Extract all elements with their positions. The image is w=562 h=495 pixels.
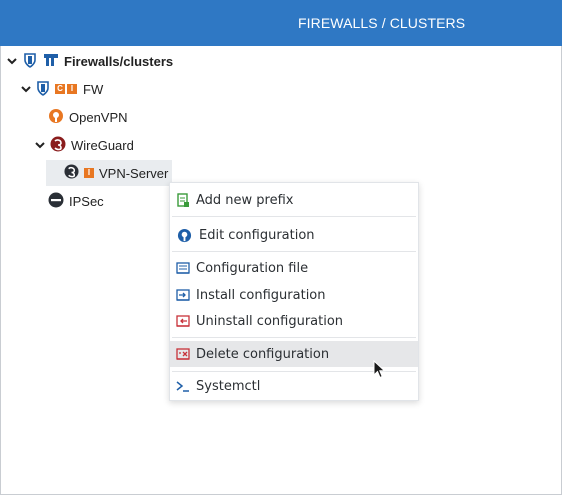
terminal-icon [176, 379, 190, 393]
cluster-badge: C [55, 84, 65, 94]
menu-divider [172, 216, 416, 217]
tree-label-vpn-server: VPN-Server [99, 165, 169, 181]
mouse-pointer-icon [373, 359, 387, 385]
tree-label-fw: FW [83, 81, 104, 97]
install-icon [176, 288, 190, 302]
ipsec-icon [48, 192, 64, 211]
chevron-down-icon[interactable] [34, 139, 46, 151]
wireguard-icon [50, 136, 66, 155]
menu-item-label: Edit configuration [199, 227, 315, 243]
add-prefix-icon [176, 193, 190, 207]
tree-node-openvpn[interactable]: OpenVPN [48, 106, 128, 128]
tree-label-ipsec: IPSec [69, 193, 104, 209]
tree-node-vpn-server[interactable]: I VPN-Server [64, 162, 168, 184]
tree-node-fw[interactable]: C I FW [20, 78, 103, 100]
chevron-down-icon[interactable] [6, 55, 18, 67]
info-badge: I [67, 84, 77, 94]
menu-item-label: Configuration file [196, 260, 309, 276]
panel-title: FIREWALLS / CLUSTERS [298, 15, 466, 31]
tree-node-firewalls-clusters[interactable]: Firewalls/clusters [6, 50, 173, 72]
info-badge: I [84, 168, 94, 178]
wireguard-icon [64, 164, 79, 182]
menu-item-add-new-prefix[interactable]: Add new prefix [170, 189, 418, 211]
uninstall-icon [176, 314, 190, 328]
menu-item-configuration-file[interactable]: Configuration file [170, 257, 418, 279]
panel-header: FIREWALLS / CLUSTERS [0, 0, 562, 46]
menu-divider [172, 337, 416, 338]
delete-icon [176, 347, 190, 361]
chevron-down-icon[interactable] [20, 83, 32, 95]
shield-icon [36, 80, 50, 99]
tree-label-openvpn: OpenVPN [69, 109, 128, 125]
menu-item-install-configuration[interactable]: Install configuration [170, 284, 418, 306]
tree-label-wireguard: WireGuard [71, 137, 134, 153]
menu-item-label: Add new prefix [196, 192, 294, 208]
config-file-icon [176, 261, 190, 275]
menu-item-label: Uninstall configuration [196, 313, 344, 329]
menu-item-label: Systemctl [196, 378, 261, 394]
tree-node-wireguard[interactable]: WireGuard [34, 134, 134, 156]
menu-item-label: Delete configuration [196, 346, 330, 362]
firewall-cluster-icon [43, 52, 59, 71]
menu-divider [172, 251, 416, 252]
openvpn-edit-icon [177, 228, 192, 243]
shield-icon [22, 52, 38, 71]
menu-item-edit-configuration[interactable]: Edit configuration [170, 223, 418, 247]
openvpn-icon [48, 108, 64, 127]
tree-label-firewalls-clusters: Firewalls/clusters [64, 53, 174, 69]
menu-item-uninstall-configuration[interactable]: Uninstall configuration [170, 310, 418, 332]
tree-node-ipsec[interactable]: IPSec [48, 190, 104, 212]
menu-item-label: Install configuration [196, 287, 326, 303]
